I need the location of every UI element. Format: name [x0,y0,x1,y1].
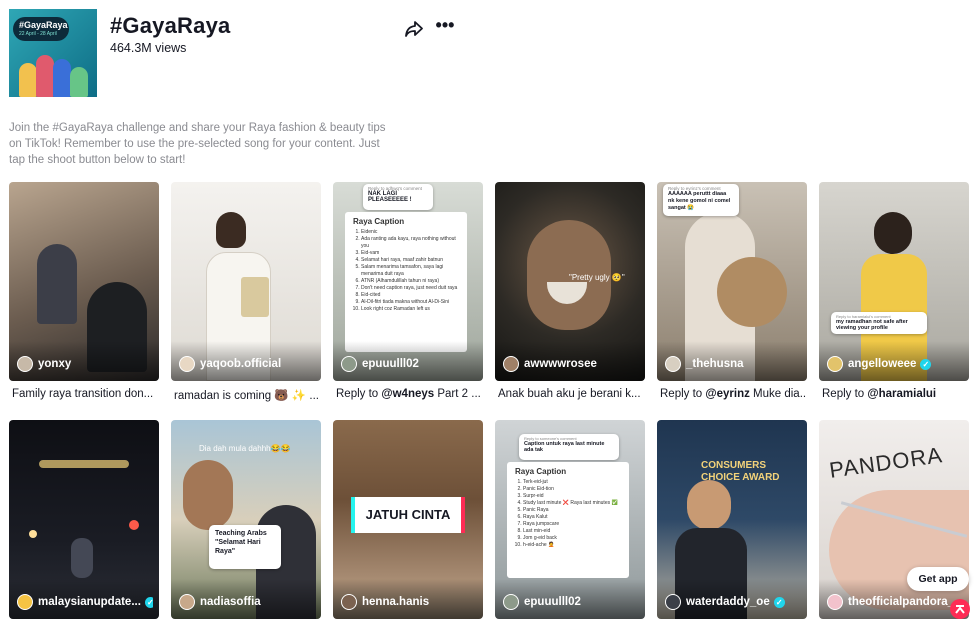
video-author: henna.hanis [341,594,477,610]
video-overlay-text: Dia dah mula dahhh😂😂 [199,444,291,453]
video-thumbnail[interactable]: CONSUMERS CHOICE AWARD waterdaddy_oe ✓ [657,420,807,619]
video-author: theofficialpandora_... [827,594,963,610]
avatar [503,356,519,372]
video-author: yaqoob.official [179,356,315,372]
video-thumbnail[interactable]: Reply to someone's comment Caption untuk… [495,420,645,619]
video-author: angelloweee ✓ [827,356,963,372]
avatar [17,356,33,372]
video-overlay-text: "Pretty ugly 🥺" [569,273,625,282]
share-arrow-icon [405,21,423,37]
author-name: henna.hanis [362,596,430,608]
video-thumbnail[interactable]: Reply to adhwq's comment NAK LAGI PLEASE… [333,182,483,381]
caption-sticker: Teaching Arabs "Selamat Hari Raya" [209,525,281,569]
avatar [503,594,519,610]
avatar [17,594,33,610]
cover-badge: #GayaRaya 22 April - 28 April [13,17,69,41]
video-thumbnail[interactable]: yaqoob.official [171,182,321,381]
cover-dates: 22 April - 28 April [19,31,57,37]
caption-list: Raya Caption Eidenic Ada ranting ada kay… [345,212,467,352]
reply-bubble: Reply to adhwq's comment NAK LAGI PLEASE… [363,184,433,210]
video-overlay-text: JATUH CINTA [365,507,451,522]
video-author: yonxy [17,356,153,372]
author-name: epuuulll02 [362,358,419,370]
reply-bubble: Reply to someone's comment Caption untuk… [519,434,619,460]
author-name: epuuulll02 [524,596,581,608]
video-author: malaysianupdate... ✓ [17,594,153,610]
page-title: #GayaRaya [110,13,231,38]
more-options-button[interactable]: ••• [433,15,457,40]
cover-text: #GayaRaya [19,20,68,30]
reply-bubble: Reply to haramialui's comment my ramadha… [831,312,927,334]
hashtag-description: Join the #GayaRaya challenge and share y… [9,122,386,166]
view-count: 464.3M views [110,41,187,55]
video-caption[interactable]: Reply to @w4neys Part 2 ... [336,388,483,400]
author-name: angelloweee [848,358,917,370]
video-author: awwwwrosee [503,356,639,372]
video-caption[interactable]: ramadan is coming 🐻 ✨ ... [174,388,321,402]
arrow-up-icon [955,605,965,614]
reply-bubble: Reply to eyrinz's comment AAAAAA peruttt… [663,184,739,216]
video-author: _thehusna [665,356,801,372]
avatar [665,594,681,610]
verified-badge-icon: ✓ [773,596,785,608]
author-name: awwwwrosee [524,358,597,370]
author-name: nadiasoffia [200,596,261,608]
video-author: epuuulll02 [503,594,639,610]
avatar [827,356,843,372]
author-name: yonxy [38,358,72,370]
video-thumbnail[interactable]: Reply to haramialui's comment my ramadha… [819,182,969,381]
author-name: waterdaddy_oe [686,596,770,608]
share-button[interactable] [403,18,425,40]
video-thumbnail[interactable]: malaysianupdate... ✓ [9,420,159,619]
author-name: theofficialpandora_... [848,596,963,608]
avatar [341,594,357,610]
author-name: malaysianupdate... [38,596,141,608]
author-name: _thehusna [686,358,744,370]
avatar [827,594,843,610]
video-thumbnail[interactable]: "Pretty ugly 🥺" awwwwrosee [495,182,645,381]
back-to-top-button[interactable] [950,599,970,619]
verified-badge-icon: ✓ [144,596,153,608]
avatar [341,356,357,372]
avatar [179,356,195,372]
author-name: yaqoob.official [200,358,282,370]
verified-badge-icon: ✓ [920,358,932,370]
video-thumbnail[interactable]: Reply to eyrinz's comment AAAAAA peruttt… [657,182,807,381]
avatar [179,594,195,610]
avatar [665,356,681,372]
hashtag-cover-image: #GayaRaya 22 April - 28 April [9,9,97,97]
video-caption[interactable]: Reply to @eyrinz Muke dia... [660,388,807,400]
video-author: waterdaddy_oe ✓ [665,594,801,610]
hashtag-header: #GayaRaya 22 April - 28 April #GayaRaya … [9,9,969,99]
cover-illustration [19,47,89,97]
more-dots-icon: ••• [435,15,455,35]
video-author: epuuulll02 [341,356,477,372]
caption-list: Raya Caption Terk-eid-jut Panic Eid-tion… [507,462,629,578]
video-overlay-text: PANDORA [827,442,945,483]
video-caption[interactable]: Family raya transition don... [12,388,159,400]
video-thumbnail[interactable]: JATUH CINTA henna.hanis [333,420,483,619]
video-thumbnail[interactable]: yonxy [9,182,159,381]
video-thumbnail[interactable]: Dia dah mula dahhh😂😂 Teaching Arabs "Sel… [171,420,321,619]
video-caption[interactable]: Anak buah aku je berani k... [498,388,645,400]
get-app-button[interactable]: Get app [907,567,969,591]
video-caption[interactable]: Reply to @haramialui [822,388,969,400]
video-author: nadiasoffia [179,594,315,610]
